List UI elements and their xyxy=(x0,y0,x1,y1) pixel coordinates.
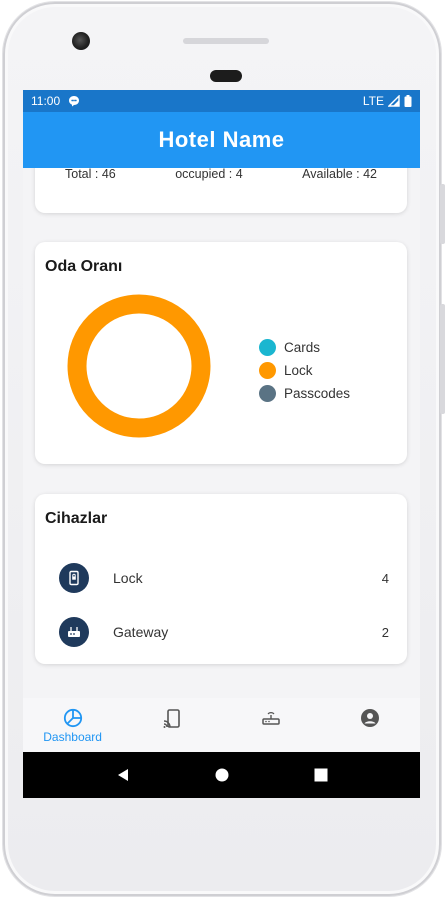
gateway-icon xyxy=(59,617,89,647)
volume-button xyxy=(440,304,445,414)
proximity-sensor xyxy=(210,70,242,82)
legend-label-cards: Cards xyxy=(284,340,321,355)
network-type: LTE xyxy=(362,94,384,108)
battery-icon xyxy=(404,95,412,107)
system-navigation-bar xyxy=(23,752,420,798)
device-row-lock[interactable]: Lock 4 xyxy=(59,558,389,598)
back-icon[interactable] xyxy=(116,768,130,782)
recents-icon[interactable] xyxy=(314,768,328,782)
devices-card: Cihazlar Lock 4 Gateway 2 xyxy=(35,494,407,664)
room-summary-card: Total : 46 occupied : 4 Available : 42 xyxy=(35,168,407,213)
device-label-lock: Lock xyxy=(113,570,143,586)
total-rooms: Total : 46 xyxy=(65,168,116,181)
nav-item-profile[interactable] xyxy=(325,698,415,728)
earpiece-speaker xyxy=(183,38,269,44)
router-icon xyxy=(262,712,280,725)
account-icon xyxy=(361,709,380,727)
notification-icon xyxy=(69,96,80,107)
device-label-gateway: Gateway xyxy=(113,624,169,640)
home-icon[interactable] xyxy=(215,768,229,782)
occupied-rooms: occupied : 4 xyxy=(175,168,243,181)
room-summary-row: Total : 46 occupied : 4 Available : 42 xyxy=(35,168,407,181)
dashboard-content[interactable]: Total : 46 occupied : 4 Available : 42 O… xyxy=(23,168,420,698)
legend-item-lock: Lock xyxy=(259,359,350,382)
status-bar: 11:00 LTE xyxy=(23,90,420,112)
app-bar: Hotel Name xyxy=(23,112,420,168)
dashboard-icon xyxy=(63,708,82,728)
app-title: Hotel Name xyxy=(158,127,285,152)
phone-cast-icon xyxy=(163,709,180,728)
nav-item-cards[interactable] xyxy=(127,698,217,730)
lock-device-icon xyxy=(59,563,89,593)
legend-dot-cards xyxy=(259,339,276,356)
devices-title: Cihazlar xyxy=(45,510,108,527)
room-ratio-donut[interactable] xyxy=(67,294,211,438)
nav-item-dashboard[interactable]: Dashboard xyxy=(28,698,118,744)
device-count-gateway: 2 xyxy=(381,624,389,640)
device-row-gateway[interactable]: Gateway 2 xyxy=(59,612,389,652)
nav-item-gateways[interactable] xyxy=(226,698,316,728)
legend-dot-passcodes xyxy=(259,385,276,402)
bottom-navigation: Dashboard xyxy=(23,698,420,752)
room-ratio-card: Oda Oranı Cards Lock Passcodes xyxy=(35,242,407,464)
power-button xyxy=(440,184,445,244)
legend-label-passcodes: Passcodes xyxy=(284,386,351,401)
donut-legend: Cards Lock Passcodes xyxy=(259,336,350,405)
screen: 11:00 LTE Hotel Name Total : 46 occupied… xyxy=(23,90,420,798)
nav-label-dashboard: Dashboard xyxy=(43,730,102,744)
donut-ring-lock xyxy=(67,294,211,438)
signal-icon xyxy=(388,95,400,107)
legend-label-lock: Lock xyxy=(284,363,313,378)
legend-item-cards: Cards xyxy=(259,336,350,359)
room-ratio-title: Oda Oranı xyxy=(45,258,123,275)
legend-item-passcodes: Passcodes xyxy=(259,382,350,405)
status-time: 11:00 xyxy=(31,94,61,108)
available-rooms: Available : 42 xyxy=(302,168,377,181)
front-camera xyxy=(72,32,90,50)
legend-dot-lock xyxy=(259,362,276,379)
device-count-lock: 4 xyxy=(381,570,389,586)
